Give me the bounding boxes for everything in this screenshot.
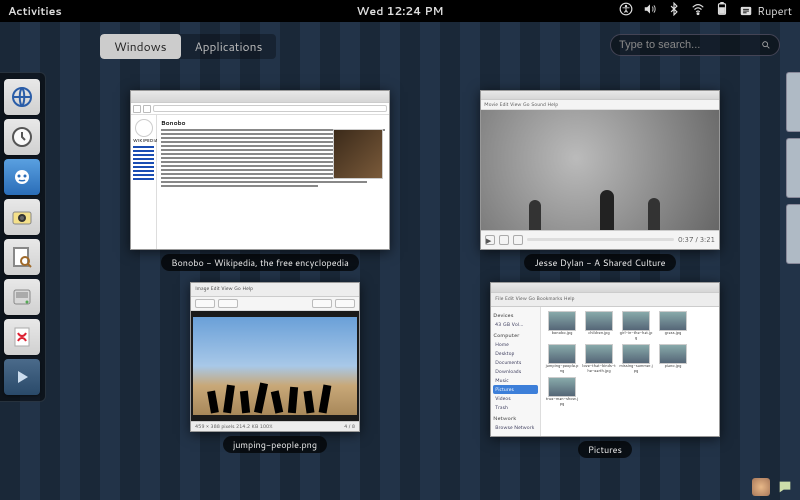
image-info: 459 × 388 pixels 214.2 KB 100% — [195, 423, 272, 430]
next-button[interactable] — [513, 235, 523, 245]
file-item[interactable]: true-man-show.jpg — [545, 377, 579, 407]
menu-bar: Image Edit View Go Help — [191, 283, 359, 297]
view-switcher: Windows Applications — [100, 34, 276, 59]
tab-applications[interactable]: Applications — [181, 34, 277, 59]
sidebar-item[interactable]: Videos — [493, 394, 538, 403]
file-item[interactable]: love-that-binds-the-earth.jpg — [582, 344, 616, 374]
sidebar-item[interactable]: Pictures — [493, 385, 538, 394]
file-item[interactable]: jumping-people.png — [545, 344, 579, 374]
window-caption: Pictures — [578, 441, 632, 458]
window-caption: jumping-people.png — [223, 436, 327, 453]
dock-search-tool[interactable] — [4, 239, 40, 275]
sidebar-section: Devices — [493, 312, 538, 319]
window-wikipedia[interactable]: WIKIPEDIA Bonobo — [130, 90, 390, 250]
sidebar-item[interactable]: 43 GB Vol… — [493, 320, 538, 329]
sidebar-item[interactable]: Desktop — [493, 349, 538, 358]
activities-button[interactable]: Activities — [8, 3, 62, 19]
workspace-2[interactable] — [786, 138, 800, 198]
dock — [0, 72, 46, 402]
file-item[interactable]: grass.jpg — [656, 311, 690, 341]
search-input[interactable] — [619, 39, 761, 51]
dock-clock-app[interactable] — [4, 119, 40, 155]
file-item[interactable]: missing-summer.jpg — [619, 344, 653, 374]
sidebar-section: Computer — [493, 332, 538, 339]
sidebar-section: Network — [493, 415, 538, 422]
tray-chat-icon[interactable] — [776, 478, 794, 496]
dock-chat-app[interactable] — [4, 159, 40, 195]
user-menu[interactable]: Rupert — [739, 3, 792, 19]
window-caption: Jesse Dylan - A Shared Culture — [524, 254, 675, 271]
file-item[interactable]: bonobo.jpg — [545, 311, 579, 341]
file-item[interactable]: piano.jpg — [656, 344, 690, 374]
user-name-label: Rupert — [757, 3, 792, 19]
clock[interactable]: Wed 12:24 PM — [356, 3, 443, 19]
dock-web-browser[interactable] — [4, 79, 40, 115]
accessibility-icon[interactable] — [619, 2, 633, 20]
search-icon — [761, 39, 771, 51]
prev-button[interactable] — [499, 235, 509, 245]
sidebar-item[interactable]: Documents — [493, 358, 538, 367]
image-index: 4 / 8 — [344, 423, 355, 430]
bluetooth-icon[interactable] — [667, 2, 681, 20]
search-box[interactable] — [610, 34, 780, 56]
tray-avatar-icon[interactable] — [752, 478, 770, 496]
dock-camera-app[interactable] — [4, 199, 40, 235]
volume-icon[interactable] — [643, 2, 657, 20]
window-file-manager[interactable]: File Edit View Go Bookmarks Help Devices… — [490, 282, 720, 437]
workspace-strip — [786, 72, 800, 264]
dock-document-viewer[interactable] — [4, 319, 40, 355]
message-tray — [752, 478, 794, 496]
dock-media-player[interactable] — [4, 359, 40, 395]
window-video-player[interactable]: Movie Edit View Go Sound Help ▶ 0:37 / 3… — [480, 90, 720, 250]
window-caption: Bonobo - Wikipedia, the free encyclopedi… — [161, 254, 359, 271]
seek-bar[interactable] — [527, 238, 674, 241]
play-button[interactable]: ▶ — [485, 235, 495, 245]
workspace-1[interactable] — [786, 72, 800, 132]
wikipedia-logo-text: WIKIPEDIA — [133, 139, 154, 144]
sidebar-item[interactable]: Downloads — [493, 367, 538, 376]
network-icon[interactable] — [691, 2, 705, 20]
video-time: 0:37 / 3:21 — [678, 235, 715, 245]
sidebar-item[interactable]: Trash — [493, 403, 538, 412]
dock-disk-utility[interactable] — [4, 279, 40, 315]
file-item[interactable]: children.jpg — [582, 311, 616, 341]
sidebar-item[interactable]: Browse Network — [493, 423, 538, 432]
sidebar-item[interactable]: Music — [493, 376, 538, 385]
menu-bar: File Edit View Go Bookmarks Help — [491, 293, 719, 307]
file-item[interactable]: girl-in-the-hat.jpg — [619, 311, 653, 341]
window-image-viewer[interactable]: Image Edit View Go Help 459 × 388 pixels… — [190, 282, 360, 432]
workspace-3[interactable] — [786, 204, 800, 264]
battery-icon[interactable] — [715, 2, 729, 20]
sidebar-item[interactable]: Home — [493, 340, 538, 349]
overview: WIKIPEDIA Bonobo Bonobo - — [100, 70, 770, 470]
tab-windows[interactable]: Windows — [100, 34, 181, 59]
article-title: Bonobo — [161, 118, 385, 127]
